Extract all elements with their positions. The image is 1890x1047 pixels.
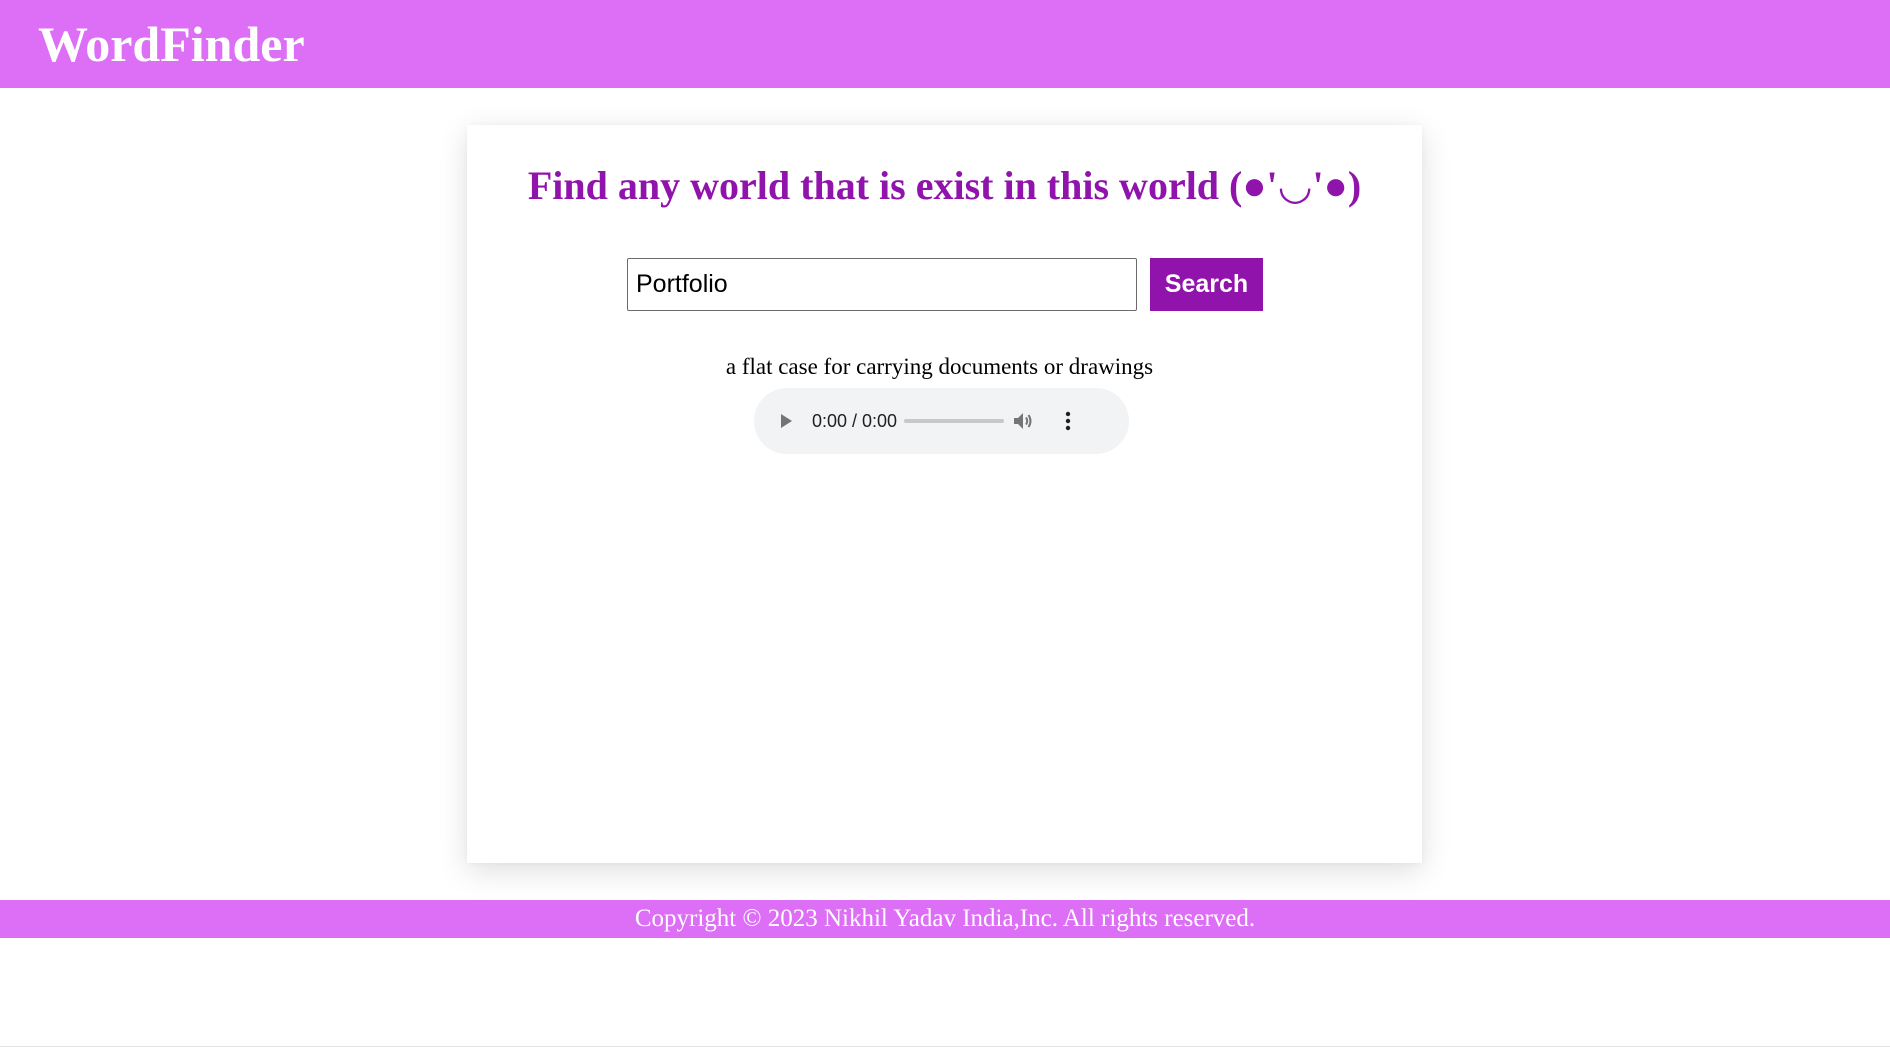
volume-icon[interactable]	[1011, 409, 1035, 433]
site-footer: Copyright © 2023 Nikhil Yadav India,Inc.…	[0, 900, 1890, 938]
search-input[interactable]	[627, 258, 1137, 311]
site-logo-title: WordFinder	[38, 16, 305, 72]
copyright-text: Copyright © 2023 Nikhil Yadav India,Inc.…	[634, 905, 1256, 932]
audio-time-display: 0:00 / 0:00	[812, 411, 898, 431]
audio-progress-slider[interactable]	[904, 419, 1004, 423]
site-header: WordFinder	[0, 0, 1890, 88]
word-definition: a flat case for carrying documents or dr…	[725, 354, 1154, 379]
search-button[interactable]: Search	[1150, 258, 1263, 311]
search-card: Find any world that is exist in this wor…	[467, 125, 1422, 863]
pronunciation-audio-player[interactable]: 0:00 / 0:00	[754, 388, 1129, 454]
page-title: Find any world that is exist in this wor…	[527, 163, 1362, 208]
more-options-icon[interactable]	[1056, 409, 1080, 433]
play-icon[interactable]	[776, 411, 796, 431]
